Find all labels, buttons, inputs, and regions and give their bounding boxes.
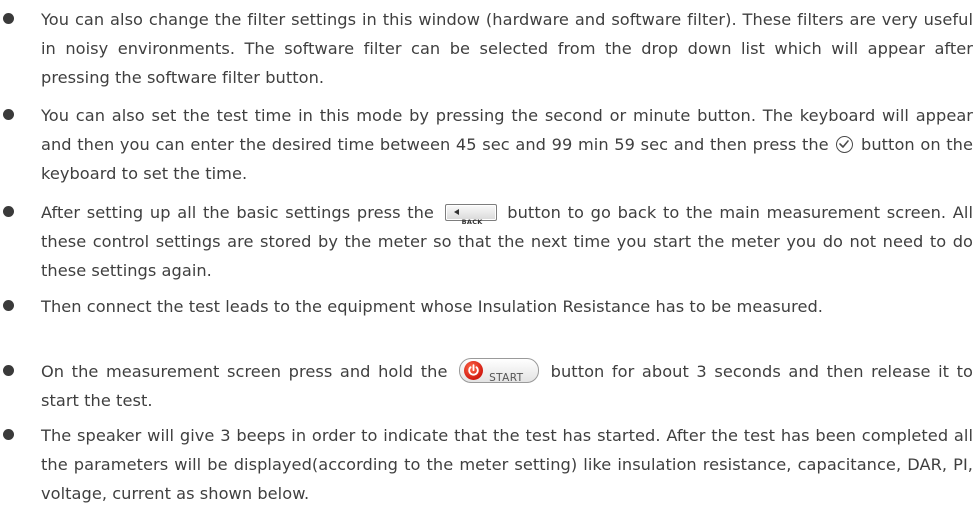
paragraph-text-before: On the measurement screen press and hold… [41,362,448,381]
power-icon [464,361,484,380]
paragraph-text: Then connect the test leads to the equip… [41,297,823,316]
back-arrow-icon [453,209,459,215]
start-button-label: START [489,372,524,384]
paragraph: On the measurement screen press and hold… [41,357,973,415]
back-button-label: BACK [461,218,483,226]
bullet-dot [3,13,14,24]
paragraph: You can also set the test time in this m… [41,101,973,188]
document-page: You can also change the filter settings … [0,0,979,504]
back-button-image: BACK [444,204,497,226]
bullet-dot [3,429,14,440]
bullet-dot [3,300,14,311]
paragraph: After setting up all the basic settings … [41,198,973,285]
check-circle-icon [836,136,854,153]
bullet-dot [3,365,14,376]
bullet-dot [3,206,14,217]
paragraph-text: You can also change the filter settings … [41,10,973,87]
start-button-image: START [459,358,540,384]
paragraph: Then connect the test leads to the equip… [41,292,973,321]
paragraph-text-before: After setting up all the basic settings … [41,203,434,222]
bullet-dot [3,109,14,120]
paragraph-text: The speaker will give 3 beeps in order t… [41,426,973,503]
paragraph: The speaker will give 3 beeps in order t… [41,421,973,508]
paragraph-text-before: You can also set the test time in this m… [41,106,973,154]
paragraph: You can also change the filter settings … [41,5,973,92]
